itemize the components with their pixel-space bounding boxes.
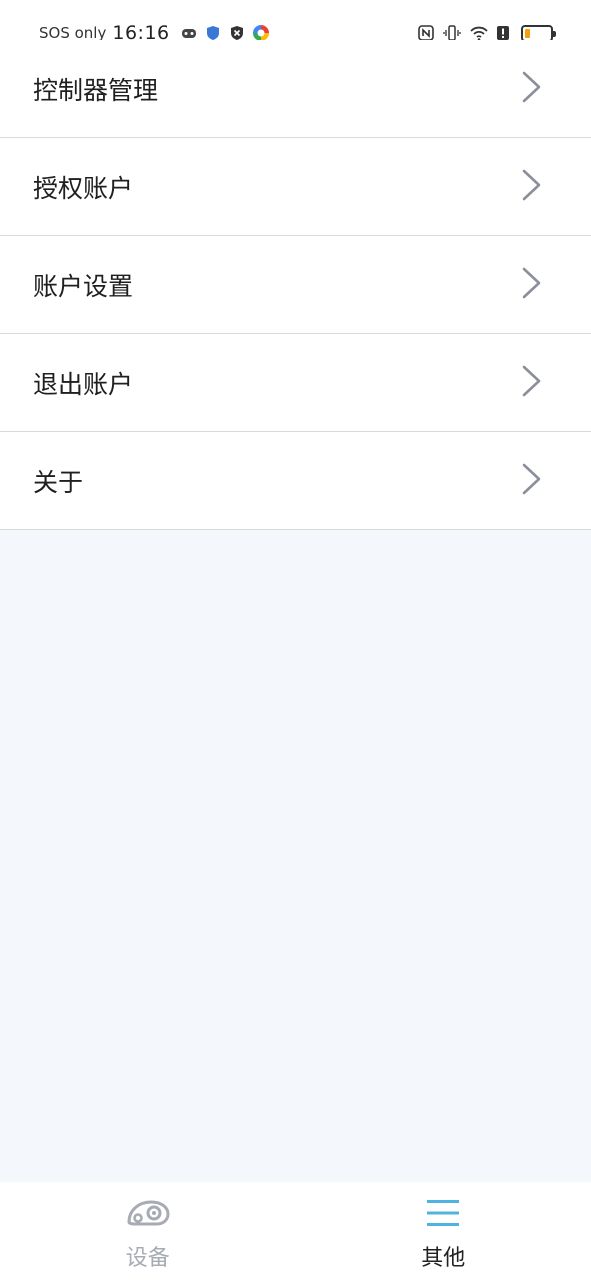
menu-item-logout[interactable]: 退出账户 [0,334,591,432]
chevron-right-icon [521,168,543,206]
menu-item-account-settings[interactable]: 账户设置 [0,236,591,334]
chevron-right-icon [521,462,543,500]
tab-device[interactable]: 设备 [0,1182,296,1280]
menu-item-label: 关于 [33,467,84,497]
tab-label: 其他 [421,1246,466,1271]
menu-item-label: 退出账户 [33,369,134,399]
menu-item-authorized-accounts[interactable]: 授权账户 [0,138,591,236]
bottom-tab-bar: 设备 其他 [0,1182,591,1280]
chevron-right-icon [521,266,543,304]
battery-level [525,28,530,38]
menu-icon [426,1196,460,1234]
menu-item-label: 控制器管理 [33,75,159,105]
tab-other[interactable]: 其他 [296,1182,591,1280]
chevron-right-icon [521,70,543,108]
menu-item-controller-management[interactable]: 控制器管理 [0,40,591,138]
chevron-right-icon [521,364,543,402]
menu-item-label: 授权账户 [33,173,134,203]
menu-item-about[interactable]: 关于 [0,432,591,530]
tab-label: 设备 [125,1246,170,1271]
device-icon [125,1196,171,1234]
menu-list: 控制器管理 授权账户 账户设置 退出账户 关于 [0,40,591,530]
battery-icon [521,24,556,42]
menu-item-label: 账户设置 [33,271,134,301]
